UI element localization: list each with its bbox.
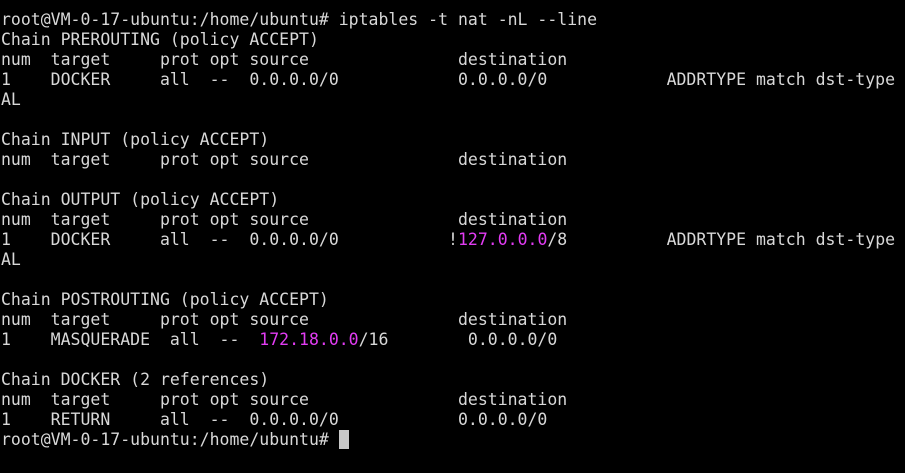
- terminal-text: Chain OUTPUT (policy ACCEPT): [1, 190, 280, 209]
- terminal-text: root@VM-0-17-ubuntu:/home/ubuntu#: [1, 430, 339, 449]
- terminal-text: AL: [1, 90, 21, 109]
- terminal-cursor: [338, 430, 349, 449]
- terminal-line: Chain INPUT (policy ACCEPT): [1, 130, 905, 150]
- terminal-text: 1 MASQUERADE all --: [1, 330, 260, 349]
- terminal-text: 1 DOCKER all -- 0.0.0.0/0 0.0.0.0/0 ADDR…: [1, 70, 896, 89]
- highlighted-ip-text: 172.18.0.0: [259, 330, 359, 349]
- terminal-line: 1 DOCKER all -- 0.0.0.0/0 0.0.0.0/0 ADDR…: [1, 70, 905, 90]
- terminal-text: root@VM-0-17-ubuntu:/home/ubuntu# iptabl…: [1, 10, 598, 29]
- terminal-line: AL: [1, 90, 905, 110]
- terminal-text: Chain DOCKER (2 references): [1, 370, 270, 389]
- terminal-text: 1 DOCKER all -- 0.0.0.0/0 !: [1, 230, 458, 249]
- terminal-text: num target prot opt source destination: [1, 210, 568, 229]
- terminal-text: 1 RETURN all -- 0.0.0.0/0 0.0.0.0/0: [1, 410, 548, 429]
- terminal-line: 1 RETURN all -- 0.0.0.0/0 0.0.0.0/0: [1, 410, 905, 430]
- terminal-text: num target prot opt source destination: [1, 310, 568, 329]
- terminal-text: num target prot opt source destination: [1, 390, 568, 409]
- highlighted-ip-text: 127.0.0.0: [457, 230, 548, 249]
- terminal-line: num target prot opt source destination: [1, 150, 905, 170]
- terminal-line: num target prot opt source destination: [1, 310, 905, 330]
- terminal-line: AL: [1, 250, 905, 270]
- terminal-line: root@VM-0-17-ubuntu:/home/ubuntu# iptabl…: [1, 10, 905, 30]
- terminal-line: Chain PREROUTING (policy ACCEPT): [1, 30, 905, 50]
- terminal-line: 1 DOCKER all -- 0.0.0.0/0 !127.0.0.0/8 A…: [1, 230, 905, 250]
- terminal-text: Chain POSTROUTING (policy ACCEPT): [1, 290, 329, 309]
- shell-prompt-line: root@VM-0-17-ubuntu:/home/ubuntu#: [1, 430, 905, 450]
- terminal-output[interactable]: root@VM-0-17-ubuntu:/home/ubuntu# iptabl…: [1, 10, 905, 473]
- terminal-line: Chain POSTROUTING (policy ACCEPT): [1, 290, 905, 310]
- terminal-text: /8 ADDRTYPE match dst-type: [547, 230, 896, 249]
- terminal-text: num target prot opt source destination: [1, 50, 568, 69]
- terminal-line: Chain OUTPUT (policy ACCEPT): [1, 190, 905, 210]
- terminal-line: num target prot opt source destination: [1, 210, 905, 230]
- terminal-line: num target prot opt source destination: [1, 390, 905, 410]
- terminal-text: Chain PREROUTING (policy ACCEPT): [1, 30, 319, 49]
- terminal-text: num target prot opt source destination: [1, 150, 568, 169]
- terminal-line: 1 MASQUERADE all -- 172.18.0.0/16 0.0.0.…: [1, 330, 905, 350]
- terminal-text: /16 0.0.0.0/0: [358, 330, 558, 349]
- terminal-line: Chain DOCKER (2 references): [1, 370, 905, 390]
- terminal-line: num target prot opt source destination: [1, 50, 905, 70]
- terminal-text: AL: [1, 250, 21, 269]
- terminal-text: Chain INPUT (policy ACCEPT): [1, 130, 270, 149]
